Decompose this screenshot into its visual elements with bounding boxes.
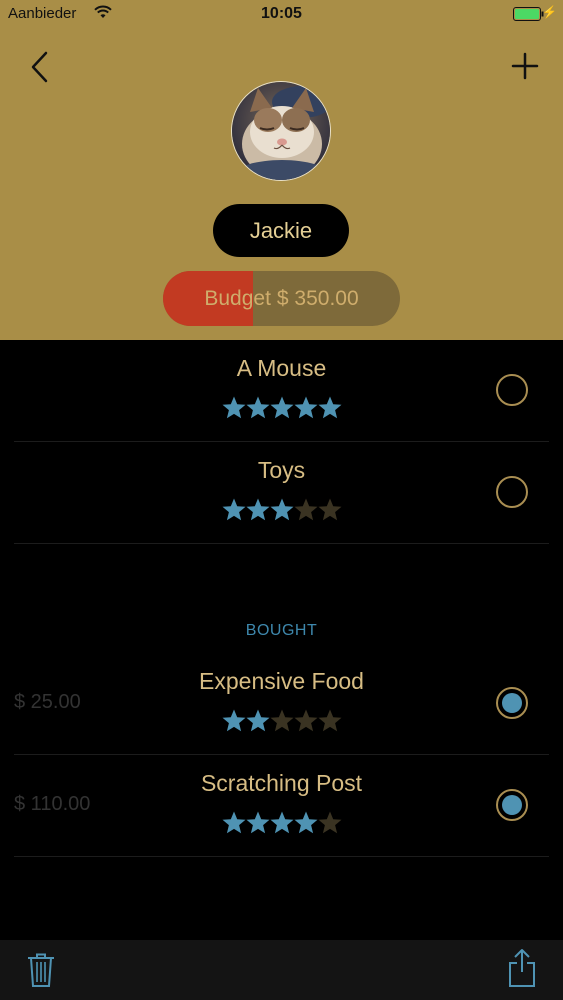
star-rating[interactable] [14, 395, 549, 421]
star-filled-icon[interactable] [293, 810, 319, 836]
star-filled-icon[interactable] [221, 395, 247, 421]
star-empty-icon[interactable] [317, 497, 343, 523]
charging-icon: ⚡ [542, 5, 557, 19]
star-rating[interactable] [14, 497, 549, 523]
item-title: Expensive Food [199, 668, 364, 694]
star-filled-icon[interactable] [293, 395, 319, 421]
check-circle[interactable] [496, 687, 528, 719]
star-filled-icon[interactable] [245, 395, 271, 421]
trash-icon[interactable] [26, 952, 56, 988]
item-title: Scratching Post [200, 770, 363, 796]
star-filled-icon[interactable] [269, 497, 295, 523]
avatar[interactable] [231, 81, 331, 181]
star-filled-icon[interactable] [221, 810, 247, 836]
item-title: Toys [257, 457, 306, 483]
check-circle[interactable] [496, 789, 528, 821]
bottom-toolbar [0, 940, 563, 1000]
budget-value: $ 350.00 [276, 286, 359, 310]
status-bar: Aanbieder 10:05 ⚡ [0, 0, 563, 30]
budget-label-group: Budget $ 350.00 [163, 271, 400, 326]
star-empty-icon[interactable] [269, 708, 295, 734]
name-button[interactable]: Jackie [213, 204, 349, 257]
star-filled-icon[interactable] [245, 810, 271, 836]
section-header-bought: BOUGHT [245, 622, 318, 639]
star-filled-icon[interactable] [245, 708, 271, 734]
star-empty-icon[interactable] [317, 810, 343, 836]
profile-header: Aanbieder 10:05 ⚡ Jackie Budget $ 350.00 [0, 0, 563, 340]
star-empty-icon[interactable] [317, 708, 343, 734]
star-rating[interactable] [14, 810, 549, 836]
star-filled-icon[interactable] [245, 497, 271, 523]
budget-label: Budget [204, 286, 271, 310]
star-empty-icon[interactable] [293, 708, 319, 734]
check-circle[interactable] [496, 374, 528, 406]
list-item[interactable]: $ 25.00 Expensive Food [14, 653, 549, 755]
add-button[interactable] [511, 52, 539, 80]
star-empty-icon[interactable] [293, 497, 319, 523]
battery-icon [513, 7, 545, 21]
item-title: A Mouse [236, 355, 327, 381]
list-item[interactable]: $ 110.00 Scratching Post [14, 755, 549, 857]
list-item[interactable]: A Mouse [14, 340, 549, 442]
budget-bar[interactable]: Budget $ 350.00 [163, 271, 400, 326]
star-filled-icon[interactable] [269, 810, 295, 836]
share-icon[interactable] [507, 948, 537, 988]
star-rating[interactable] [14, 708, 549, 734]
clock: 10:05 [261, 5, 302, 22]
back-button[interactable] [26, 50, 56, 84]
star-filled-icon[interactable] [269, 395, 295, 421]
star-filled-icon[interactable] [317, 395, 343, 421]
pet-name: Jackie [249, 217, 313, 243]
check-circle[interactable] [496, 476, 528, 508]
star-filled-icon[interactable] [221, 708, 247, 734]
star-filled-icon[interactable] [221, 497, 247, 523]
list-item[interactable]: Toys [14, 442, 549, 544]
